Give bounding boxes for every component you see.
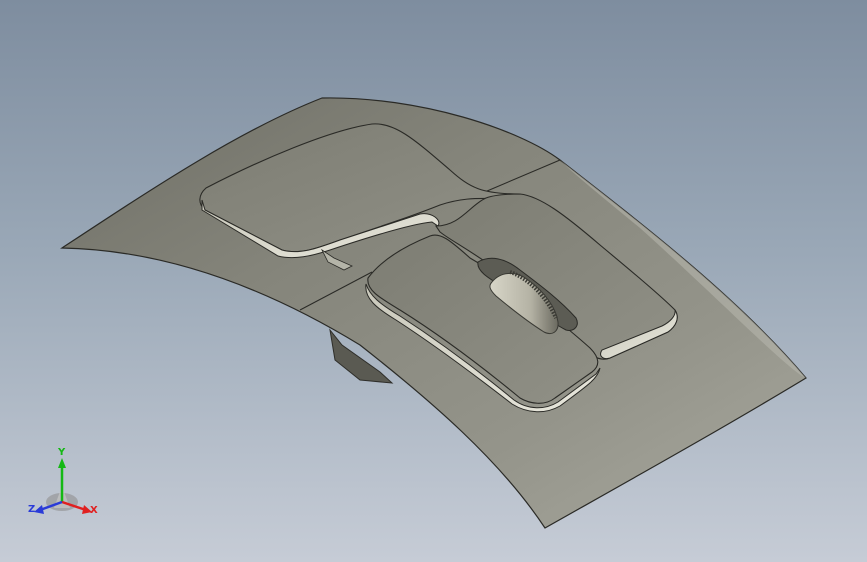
x-axis-label: X	[90, 505, 98, 516]
graphics-viewport[interactable]: Y X Z	[0, 0, 867, 562]
y-axis-label: Y	[58, 447, 66, 458]
model-render[interactable]	[0, 0, 867, 562]
orientation-triad: Y X Z	[22, 446, 106, 526]
z-axis-label: Z	[28, 504, 36, 515]
